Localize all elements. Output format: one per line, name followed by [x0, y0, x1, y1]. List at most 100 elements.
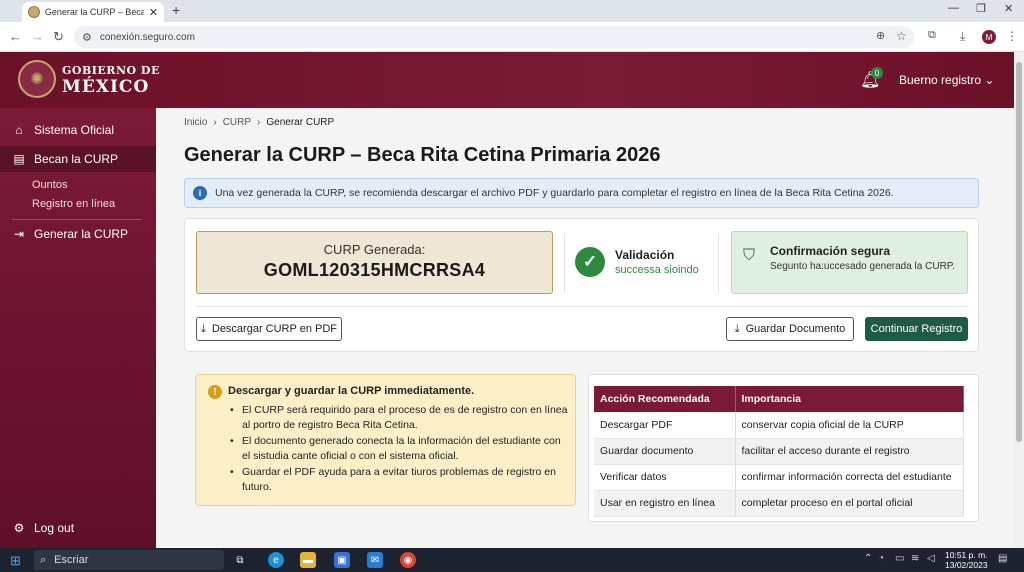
table-cell: completar proceso en el portal oficial: [735, 490, 964, 517]
sidebar-subitem-registro[interactable]: Registro en línea: [32, 198, 115, 210]
info-banner: i Una vez generada la CURP, se recomiend…: [184, 178, 979, 208]
logo-text-line1: GOBIERNO DE: [62, 64, 160, 77]
info-banner-text: Una vez generada la CURP, se recomienda …: [215, 187, 894, 199]
info-icon: i: [193, 186, 207, 200]
main-content: Inicio › CURP › Generar CURP Generar la …: [156, 108, 1014, 548]
sidebar-item-becan-la-curp[interactable]: ▤ Becan la CURP: [0, 146, 156, 172]
home-icon: ⌂: [15, 123, 23, 137]
continue-registration-button[interactable]: Continuar Registro: [865, 317, 968, 341]
curp-value: GOML120315HMCRRSA4: [263, 260, 486, 280]
chrome-browser-icon[interactable]: ◉: [400, 552, 416, 568]
bookmark-star-icon[interactable]: ☆: [896, 29, 907, 43]
browser-tab-bar: Generar la CURP – Beca Rita C ✕ + — ❐ ✕: [0, 0, 1024, 22]
table-header-accion: Acción Recomendada: [594, 386, 736, 412]
notification-center-icon[interactable]: ▤: [998, 553, 1007, 564]
forward-icon[interactable]: →: [31, 29, 44, 44]
new-tab-icon[interactable]: +: [172, 2, 180, 18]
logout-button[interactable]: ⚙ Log out: [0, 515, 156, 541]
download-pdf-button[interactable]: ⤓ Descargar CURP en PDF: [196, 317, 342, 341]
list-item: Guardar el PDF ayuda para a evitar tiuro…: [230, 465, 570, 495]
taskbar-clock[interactable]: 10:51 p. m. 13/02/2023: [945, 550, 988, 570]
back-icon[interactable]: ←: [9, 29, 22, 44]
store-icon[interactable]: ▣: [334, 552, 350, 568]
warning-list: El CURP será requirido para el proceso d…: [230, 403, 570, 496]
table-cell: conservar copia oficial de la CURP: [735, 412, 964, 439]
tray-chevron-up-icon[interactable]: ⌃: [864, 553, 872, 564]
sidebar-subitem-ountos[interactable]: Ountos: [32, 179, 67, 191]
tray-volume-icon[interactable]: ◁: [927, 553, 935, 564]
table-row: Verificar datos confirmar información co…: [594, 464, 964, 491]
gear-icon: ⚙: [13, 521, 25, 535]
download-pdf-label: Descargar CURP en PDF: [211, 323, 337, 335]
tray-network-icon[interactable]: ◔: [878, 553, 884, 564]
windows-start-icon[interactable]: ⊞: [10, 553, 21, 569]
taskbar-search-label: Escriar: [54, 554, 89, 566]
extensions-icon[interactable]: ⧉: [928, 29, 936, 42]
list-item: El documento generado conecta la la info…: [230, 434, 570, 464]
table-row: Usar en registro en línea completar proc…: [594, 490, 964, 517]
mail-icon[interactable]: ✉: [367, 552, 383, 568]
minimize-icon[interactable]: —: [948, 2, 959, 14]
download-icon: ⤓: [734, 322, 740, 335]
tray-battery-icon[interactable]: ▭: [895, 553, 904, 564]
address-bar: ← → ↻ ⚙ conexión.seguro.com ⊕ ☆ ⧉ ⤓ M ⋮: [0, 22, 1024, 52]
url-text: conexión.seguro.com: [99, 31, 195, 43]
zoom-icon[interactable]: ⊕: [876, 29, 885, 42]
chevron-right-icon: ›: [257, 117, 261, 128]
close-tab-icon[interactable]: ✕: [149, 6, 158, 19]
edge-browser-icon[interactable]: e: [268, 552, 284, 568]
download-icon[interactable]: ⤓: [960, 29, 965, 44]
task-view-icon[interactable]: ⧉: [232, 552, 248, 568]
table-cell: Guardar documento: [594, 438, 736, 465]
warning-title: Descargar y guardar la CURP immediatamen…: [228, 385, 475, 397]
arrow-right-icon: ⇥: [13, 227, 25, 241]
table-cell: Usar en registro en línea: [594, 490, 736, 517]
browser-menu-icon[interactable]: ⋮: [1006, 29, 1018, 43]
page-title: Generar la CURP – Beca Rita Cetina Prima…: [184, 144, 661, 166]
profile-avatar[interactable]: M: [982, 30, 996, 44]
divider: [196, 306, 968, 307]
reload-icon[interactable]: ↻: [53, 29, 64, 45]
site-settings-icon[interactable]: ⚙: [82, 31, 92, 44]
file-explorer-icon[interactable]: ▬: [300, 552, 316, 568]
national-emblem-icon[interactable]: ✺: [18, 60, 56, 98]
warning-box: ! Descargar y guardar la CURP immediatam…: [195, 374, 576, 506]
secure-title: Confirmación segura: [770, 244, 891, 258]
table-cell: Verificar datos: [594, 464, 736, 491]
site-favicon-icon: [28, 6, 40, 18]
notifications-badge: 0: [871, 67, 883, 79]
maximize-icon[interactable]: ❐: [976, 2, 986, 15]
shield-check-icon: ⛉: [743, 247, 756, 264]
sidebar-item-label: Sistema Oficial: [34, 123, 115, 137]
breadcrumb-current: Generar CURP: [266, 117, 335, 128]
url-field[interactable]: ⚙ conexión.seguro.com: [74, 26, 914, 48]
table-row: Descargar PDF conservar copia oficial de…: [594, 412, 964, 439]
secure-subtitle: Segunto ha:uccesado generada la CURP.: [770, 261, 955, 272]
sidebar-item-generar-la-curp[interactable]: ⇥ Generar la CURP: [0, 221, 156, 247]
sidebar-divider: [12, 219, 142, 220]
chevron-down-icon: ⌄: [984, 73, 995, 87]
list-item: El CURP será requirido para el proceso d…: [230, 403, 570, 433]
site-header: ✺ GOBIERNO DE MÉXICO 🔔︎ 0 Buerno registr…: [0, 52, 1014, 108]
save-document-button[interactable]: ⤓ Guardar Documento: [726, 317, 854, 341]
taskbar-search[interactable]: ⌕ Escriar: [34, 550, 224, 570]
recommendations-table: Acción Recomendada Importancia Descargar…: [594, 386, 964, 517]
chevron-right-icon: ›: [213, 117, 217, 128]
sidebar-item-sistema-oficial[interactable]: ⌂ Sistema Oficial: [0, 117, 156, 143]
user-menu[interactable]: Buerno registro ⌄: [899, 73, 994, 87]
recommendations-card: Acción Recomendada Importancia Descargar…: [588, 374, 979, 522]
tab-title: Generar la CURP – Beca Rita C: [44, 7, 144, 17]
user-name: Buerno registro: [899, 73, 982, 87]
logout-label: Log out: [34, 521, 75, 535]
browser-tab[interactable]: Generar la CURP – Beca Rita C ✕: [22, 2, 164, 22]
page-scrollbar[interactable]: [1014, 52, 1024, 548]
scrollbar-thumb[interactable]: [1016, 62, 1022, 442]
breadcrumb-curp[interactable]: CURP: [223, 117, 251, 128]
table-row: Guardar documento facilitar el acceso du…: [594, 438, 964, 465]
close-window-icon[interactable]: ✕: [1004, 2, 1013, 15]
breadcrumb-inicio[interactable]: Inicio: [184, 117, 207, 128]
clock-time: 10:51 p. m.: [945, 550, 988, 560]
curp-label: CURP Generada:: [323, 242, 426, 257]
tray-wifi-icon[interactable]: ≋: [911, 553, 919, 564]
curp-result-card: CURP Generada: GOML120315HMCRRSA4 ✓ Vali…: [184, 218, 979, 352]
